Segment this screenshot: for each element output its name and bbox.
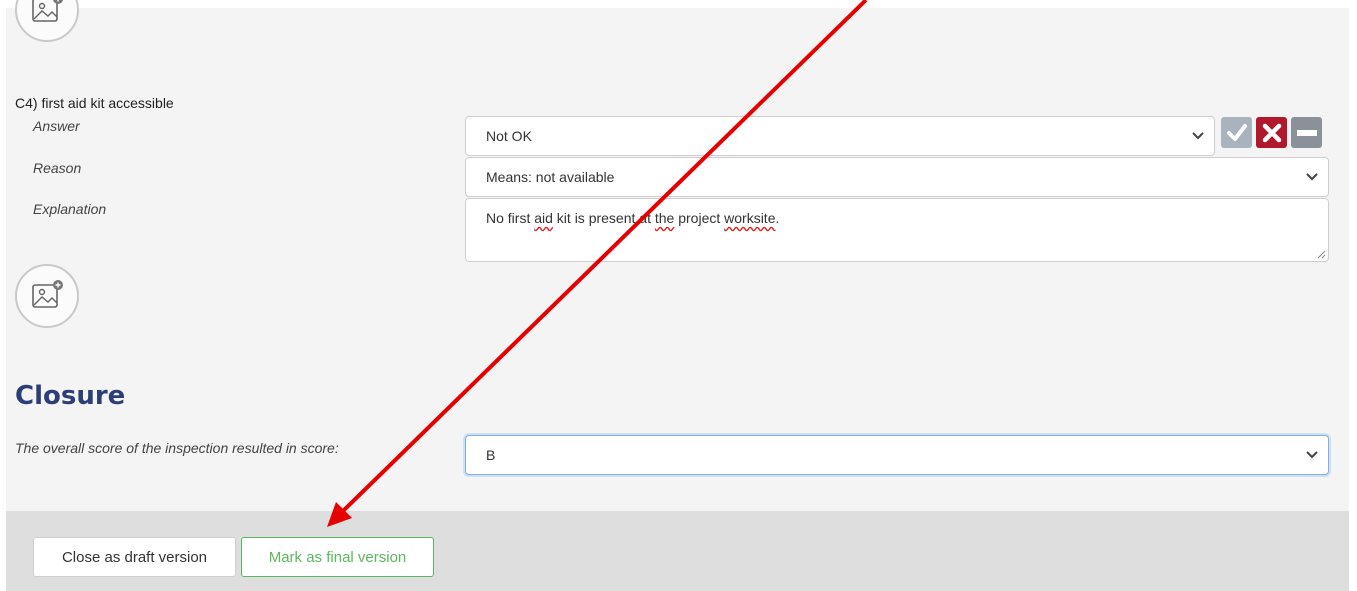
explanation-text: project	[674, 210, 725, 226]
explanation-text: aid	[534, 210, 553, 226]
image-plus-icon	[32, 280, 63, 308]
score-label: The overall score of the inspection resu…	[15, 440, 339, 456]
check-icon	[1226, 123, 1247, 141]
explanation-text: worksite	[724, 210, 776, 226]
mark-ok-button[interactable]	[1221, 117, 1252, 148]
explanation-text: .	[775, 210, 780, 226]
explanation-text: No first	[486, 210, 535, 226]
minus-icon	[1296, 129, 1317, 136]
add-photo-button-previous[interactable]	[15, 0, 79, 42]
inspection-form: C4) first aid kit accessible Answer Not …	[6, 0, 1349, 591]
chevron-down-icon	[1306, 451, 1318, 459]
mark-not-ok-button[interactable]	[1256, 117, 1287, 148]
score-select[interactable]: B	[465, 435, 1329, 475]
mark-not-applicable-button[interactable]	[1291, 117, 1322, 148]
question-title: C4) first aid kit accessible	[15, 95, 174, 111]
close-as-draft-button[interactable]: Close as draft version	[33, 537, 236, 577]
chevron-down-icon	[1192, 132, 1204, 140]
chevron-down-icon	[1306, 173, 1318, 181]
mark-as-final-button[interactable]: Mark as final version	[241, 537, 434, 577]
reason-select-value: Means: not available	[486, 169, 615, 185]
form-footer: Close as draft version Mark as final ver…	[6, 511, 1349, 591]
add-photo-button[interactable]	[15, 264, 79, 328]
image-plus-icon	[32, 0, 63, 22]
answer-select-value: Not OK	[486, 128, 532, 144]
explanation-text: kit is present at	[552, 210, 655, 226]
reason-label: Reason	[33, 160, 82, 176]
x-icon	[1262, 123, 1281, 142]
resize-handle-icon[interactable]	[1317, 250, 1326, 259]
explanation-text: the	[654, 210, 675, 226]
score-select-value: B	[486, 447, 496, 463]
explanation-textarea[interactable]: No first aid kit is present at the proje…	[465, 198, 1329, 262]
reason-select[interactable]: Means: not available	[465, 157, 1329, 197]
closure-heading: Closure	[15, 381, 126, 411]
answer-select[interactable]: Not OK	[465, 116, 1215, 156]
answer-label: Answer	[33, 118, 80, 134]
explanation-label: Explanation	[33, 201, 107, 217]
